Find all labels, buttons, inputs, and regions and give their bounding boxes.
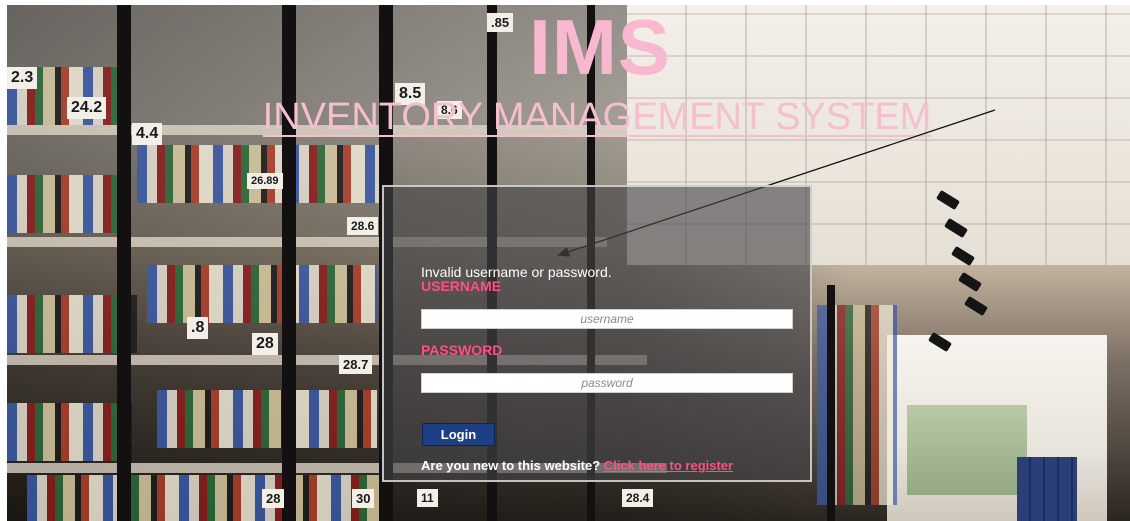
ceiling-lamp <box>964 295 988 317</box>
login-button[interactable]: Login <box>422 423 495 446</box>
shelf-label: 28.7 <box>339 355 373 374</box>
book-row <box>147 265 377 323</box>
hallway-window <box>907 405 1027 495</box>
shelf-label: 26.89 <box>247 173 283 189</box>
shelf-label: 28.6 <box>347 217 379 235</box>
blue-lockers <box>1017 457 1077 521</box>
shelf-label: 11 <box>417 489 438 507</box>
book-row <box>157 390 377 448</box>
register-link[interactable]: Click here to register <box>604 458 733 473</box>
book-row <box>27 475 387 521</box>
shelf-label: 30 <box>352 489 375 508</box>
book-row <box>7 175 117 233</box>
shelf-post <box>827 285 835 521</box>
ceiling-lamp <box>958 271 982 293</box>
shelf-label: 2.3 <box>7 67 38 89</box>
shelf-post <box>282 5 296 521</box>
username-label: USERNAME <box>421 278 502 294</box>
app-logo-title: IMS <box>529 3 671 91</box>
username-input[interactable] <box>421 309 793 329</box>
shelf-label: 28.4 <box>622 489 654 507</box>
password-label: PASSWORD <box>421 342 503 358</box>
shelf-label: 24.2 <box>67 97 107 119</box>
register-prompt-text: Are you new to this website? <box>421 458 601 473</box>
shelf-label: 28 <box>252 333 278 355</box>
password-input[interactable] <box>421 373 793 393</box>
register-prompt-line: Are you new to this website? Click here … <box>421 458 733 473</box>
shelf-label: .8 <box>187 317 209 339</box>
shelf-label: 4.4 <box>132 123 163 145</box>
book-row <box>7 403 132 461</box>
shelf-label: 28 <box>262 489 285 508</box>
shelf-post <box>117 5 131 521</box>
app-subtitle: INVENTORY MANAGEMENT SYSTEM <box>262 96 932 138</box>
